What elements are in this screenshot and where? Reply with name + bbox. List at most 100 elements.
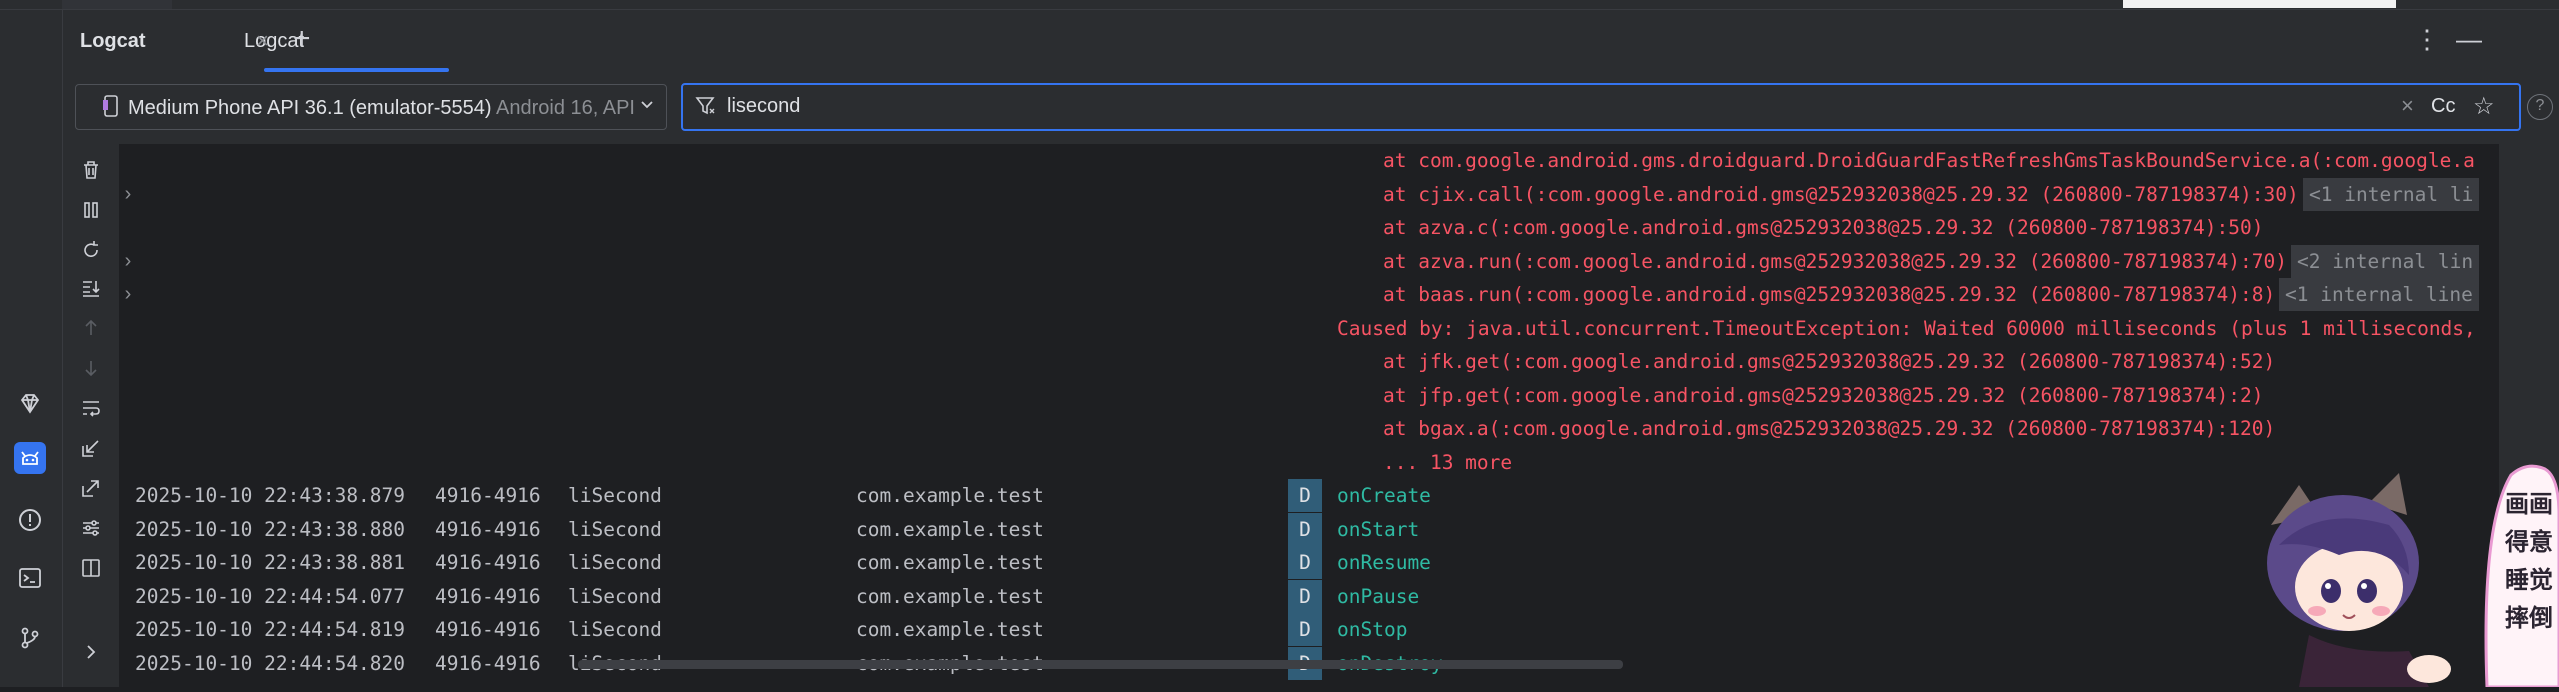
filter-icon [695, 95, 717, 123]
pid-tid: 4916-4916 [435, 551, 541, 575]
problems-icon[interactable] [14, 504, 46, 536]
internal-lines-fold[interactable]: <1 internal line [2279, 278, 2479, 311]
package-name: com.example.test [856, 551, 1044, 575]
expand-row-icon[interactable]: › [119, 178, 137, 211]
settings-sliders-icon[interactable] [77, 514, 105, 542]
soft-wrap-icon[interactable] [77, 394, 105, 422]
mascot-captions: 画画 得意 睡觉 摔倒 [2504, 485, 2554, 637]
log-message: onStart [1337, 517, 1420, 541]
pid-tid: 4916-4916 [435, 484, 541, 507]
pid-tid: 4916-4916 [435, 517, 541, 541]
clear-filter-icon[interactable]: × [2401, 93, 2414, 119]
timestamp: 2025-10-10 22:43:38.881 [135, 551, 406, 575]
mascot-caption: 摔倒 [2505, 604, 2553, 632]
import-icon[interactable] [77, 434, 105, 462]
stack-trace-text: at cjix.call(:com.google.android.gms@252… [1383, 182, 2299, 206]
stack-trace-text: at azva.run(:com.google.android.gms@2529… [1383, 249, 2287, 273]
arrow-down-icon[interactable] [77, 354, 105, 382]
pid-tid: 4916-4916 [435, 584, 541, 608]
timestamp: 2025-10-10 22:43:38.879 [135, 484, 406, 507]
internal-lines-fold[interactable]: <1 internal li [2303, 177, 2480, 211]
pid-tid: 4916-4916 [435, 618, 541, 642]
filter-input[interactable] [725, 91, 2129, 121]
mascot-caption: 睡觉 [2505, 566, 2553, 594]
horizontal-scrollbar[interactable] [578, 660, 1623, 669]
phone-icon [102, 95, 120, 123]
minimize-icon[interactable]: — [2456, 24, 2482, 55]
pause-icon[interactable] [77, 196, 105, 224]
logcat-toolbar: Medium Phone API 36.1 (emulator-5554) An… [63, 72, 2559, 144]
git-icon[interactable] [14, 622, 46, 654]
log-view[interactable]: at com.google.android.gms.droidguard.Dro… [119, 144, 2499, 687]
log-message: onCreate [1337, 484, 1431, 507]
timestamp: 2025-10-10 22:44:54.819 [135, 618, 406, 642]
tool-window-bar [0, 10, 63, 687]
stack-trace-text: at jfp.get(:com.google.android.gms@25293… [1383, 383, 2264, 407]
log-level-badge: D [1288, 546, 1322, 580]
log-tag: liSecond [568, 618, 662, 642]
package-name: com.example.test [856, 618, 1044, 642]
device-name: Medium Phone API 36.1 (emulator-5554) [128, 97, 492, 119]
mascot-overlay: 画画 得意 睡觉 摔倒 [2259, 455, 2559, 689]
timestamp: 2025-10-10 22:44:54.820 [135, 652, 406, 675]
match-case-button[interactable]: Cc [2431, 95, 2455, 118]
filter-bar: × Cc ☆ [681, 83, 2521, 131]
window-tab-stub[interactable] [62, 0, 172, 9]
log-message: onStop [1337, 618, 1408, 642]
split-panels-icon[interactable] [77, 554, 105, 582]
log-entry-row[interactable]: 2025-10-10 22:43:38.880 4916-4916 liSecond… [119, 512, 2499, 546]
device-api: Android 16, API [491, 97, 635, 119]
log-tag: liSecond [568, 551, 662, 575]
pid-tid: 4916-4916 [435, 652, 541, 675]
help-icon[interactable]: ? [2527, 94, 2553, 120]
logcat-header: Logcat Logcat × + ⋮ — [63, 10, 2559, 72]
logcat-side-toolbar [63, 144, 119, 687]
stack-trace-text: at jfk.get(:com.google.android.gms@25293… [1383, 350, 2276, 373]
expand-row-icon[interactable]: › [119, 245, 137, 278]
log-level-badge: D [1288, 512, 1322, 546]
mascot-caption: 得意 [2505, 528, 2553, 556]
timestamp: 2025-10-10 22:43:38.880 [135, 517, 406, 541]
close-tab-icon[interactable]: × [256, 28, 269, 54]
log-entry-row[interactable]: 2025-10-10 22:43:38.881 4916-4916 liSecond… [119, 546, 2499, 580]
internal-lines-fold[interactable]: <2 internal lin [2291, 244, 2480, 278]
export-icon[interactable] [77, 474, 105, 502]
package-name: com.example.test [856, 584, 1044, 608]
log-tag: liSecond [568, 584, 662, 608]
log-entry-row[interactable]: 2025-10-10 22:43:38.879 4916-4916 liSecond… [119, 479, 2499, 512]
log-entry-row[interactable]: 2025-10-10 22:44:54.819 4916-4916 liSecond… [119, 613, 2499, 647]
package-name: com.example.test [856, 484, 1044, 507]
expand-row-icon[interactable]: › [119, 278, 137, 311]
mascot-caption: 画画 [2505, 490, 2553, 518]
timestamp: 2025-10-10 22:44:54.077 [135, 584, 406, 608]
log-message: onResume [1337, 551, 1431, 575]
gem-icon[interactable] [14, 388, 46, 420]
stack-trace-text: Caused by: java.util.concurrent.TimeoutE… [1337, 316, 2476, 340]
clear-logcat-icon[interactable] [77, 156, 105, 184]
stack-trace-text: at com.google.android.gms.droidguard.Dro… [1383, 149, 2475, 172]
arrow-up-icon[interactable] [77, 314, 105, 342]
stack-trace-text: at baas.run(:com.google.android.gms@2529… [1383, 283, 2276, 306]
restart-icon[interactable] [77, 236, 105, 264]
chevron-down-icon [640, 95, 654, 116]
stack-trace-text: at azva.c(:com.google.android.gms@252932… [1383, 216, 2264, 239]
package-name: com.example.test [856, 517, 1044, 541]
terminal-icon[interactable] [14, 562, 46, 594]
overlay-window-edge [2123, 0, 2396, 8]
expand-toolbar-icon[interactable] [77, 638, 105, 666]
logcat-android-cat-icon[interactable] [14, 442, 46, 474]
add-tab-icon[interactable]: + [293, 22, 311, 56]
stack-trace-text: at bgax.a(:com.google.android.gms@252932… [1383, 417, 2276, 440]
log-level-badge: D [1288, 613, 1322, 647]
log-level-badge: D [1288, 579, 1322, 613]
device-selector[interactable]: Medium Phone API 36.1 (emulator-5554) An… [75, 84, 667, 130]
panel-title: Logcat [80, 30, 146, 52]
scroll-to-end-icon[interactable] [77, 274, 105, 302]
top-window-strip [0, 0, 2559, 10]
favorite-filter-icon[interactable]: ☆ [2473, 92, 2495, 121]
log-level-badge: D [1288, 479, 1322, 512]
more-options-icon[interactable]: ⋮ [2414, 24, 2440, 55]
log-entry-row[interactable]: 2025-10-10 22:44:54.077 4916-4916 liSecond… [119, 579, 2499, 613]
log-message: onPause [1337, 584, 1420, 608]
log-tag: liSecond [568, 484, 662, 507]
